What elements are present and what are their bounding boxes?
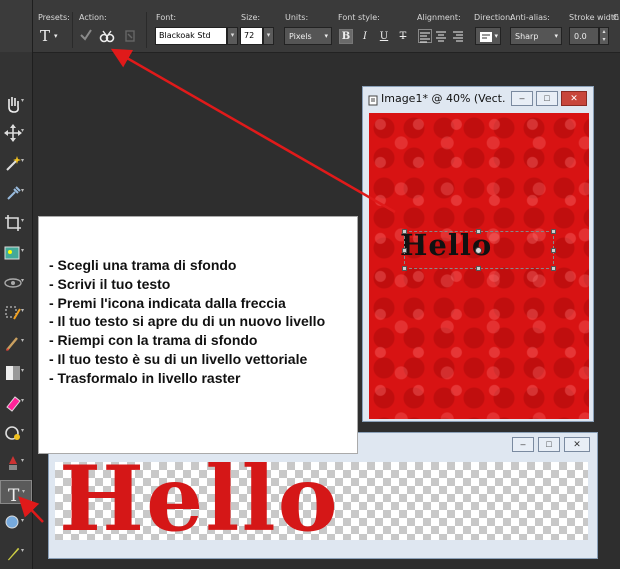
annotation-overlay — [18, 48, 396, 523]
annotation-arrow — [110, 48, 396, 214]
annotation-arrow — [18, 496, 44, 523]
